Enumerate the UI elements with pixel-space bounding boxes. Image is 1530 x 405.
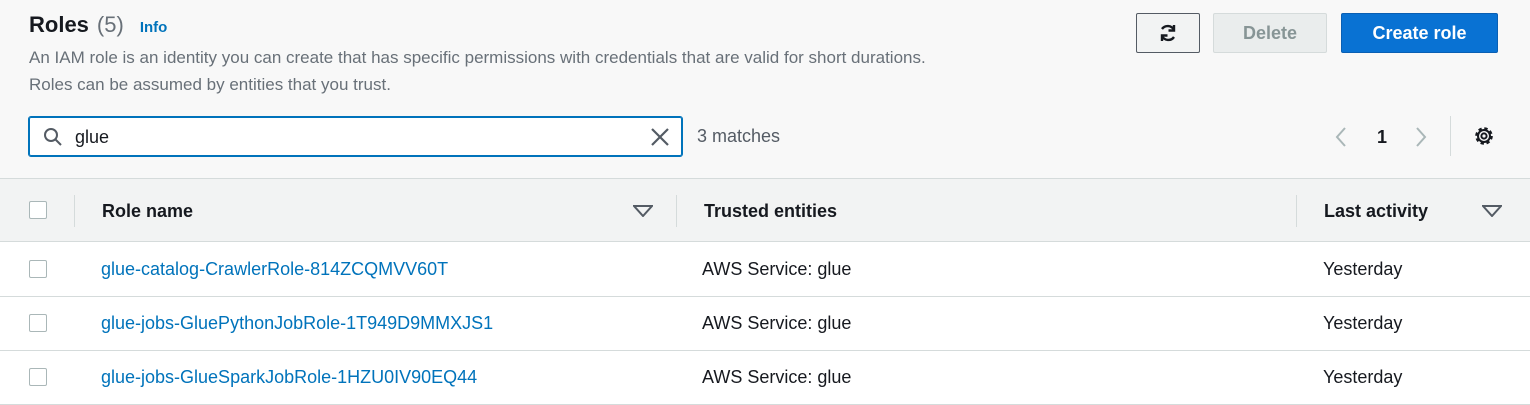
column-divider <box>676 195 677 227</box>
match-count: 3 matches <box>697 126 781 146</box>
column-header-last-activity[interactable]: Last activity <box>1324 201 1428 222</box>
chevron-right-icon <box>1416 127 1427 147</box>
search-box[interactable] <box>28 116 683 157</box>
table-row: glue-jobs-GluePythonJobRole-1T949D9MMXJS… <box>0 297 1530 351</box>
delete-button[interactable]: Delete <box>1213 13 1327 53</box>
create-role-button[interactable]: Create role <box>1341 13 1498 53</box>
chevron-left-icon <box>1335 127 1346 147</box>
trusted-entities-cell: AWS Service: glue <box>702 313 852 333</box>
column-divider <box>1296 195 1297 227</box>
last-activity-cell: Yesterday <box>1323 367 1403 387</box>
row-checkbox[interactable] <box>29 260 47 278</box>
refresh-icon <box>1160 24 1176 42</box>
next-page-button[interactable] <box>1414 122 1428 152</box>
previous-page-button[interactable] <box>1334 122 1348 152</box>
role-name-link[interactable]: glue-jobs-GluePythonJobRole-1T949D9MMXJS… <box>101 313 493 334</box>
pager-divider <box>1450 116 1451 156</box>
table-row: glue-jobs-GlueSparkJobRole-1HZU0IV90EQ44… <box>0 351 1530 405</box>
info-link[interactable]: Info <box>140 19 168 36</box>
roles-panel-header: Roles (5) Info An IAM role is an identit… <box>0 0 1530 178</box>
column-divider <box>74 195 75 227</box>
sort-down-icon[interactable] <box>1482 205 1502 217</box>
role-name-link[interactable]: glue-catalog-CrawlerRole-814ZCQMVV60T <box>101 259 448 280</box>
role-name-link[interactable]: glue-jobs-GlueSparkJobRole-1HZU0IV90EQ44 <box>101 367 477 388</box>
select-all-checkbox[interactable] <box>29 201 47 219</box>
search-input[interactable] <box>75 123 635 151</box>
column-header-trusted-entities[interactable]: Trusted entities <box>704 201 837 222</box>
page-number[interactable]: 1 <box>1377 122 1387 152</box>
trusted-entities-cell: AWS Service: glue <box>702 367 852 387</box>
table-header: Role name Trusted entities Last activity <box>0 178 1530 242</box>
table-row: glue-catalog-CrawlerRole-814ZCQMVV60T AW… <box>0 243 1530 297</box>
search-icon <box>44 128 62 146</box>
row-checkbox[interactable] <box>29 314 47 332</box>
page-title: Roles <box>29 12 89 37</box>
page-description: An IAM role is an identity you can creat… <box>29 48 926 94</box>
title-row: Roles (5) Info <box>29 12 167 38</box>
refresh-button[interactable] <box>1136 13 1200 53</box>
column-header-role-name[interactable]: Role name <box>102 201 193 222</box>
clear-icon[interactable] <box>649 126 671 148</box>
trusted-entities-cell: AWS Service: glue <box>702 259 852 279</box>
last-activity-cell: Yesterday <box>1323 313 1403 333</box>
last-activity-cell: Yesterday <box>1323 259 1403 279</box>
roles-count: (5) <box>96 12 124 37</box>
row-checkbox[interactable] <box>29 368 47 386</box>
gear-icon[interactable] <box>1472 124 1496 148</box>
sort-down-icon[interactable] <box>633 205 653 217</box>
